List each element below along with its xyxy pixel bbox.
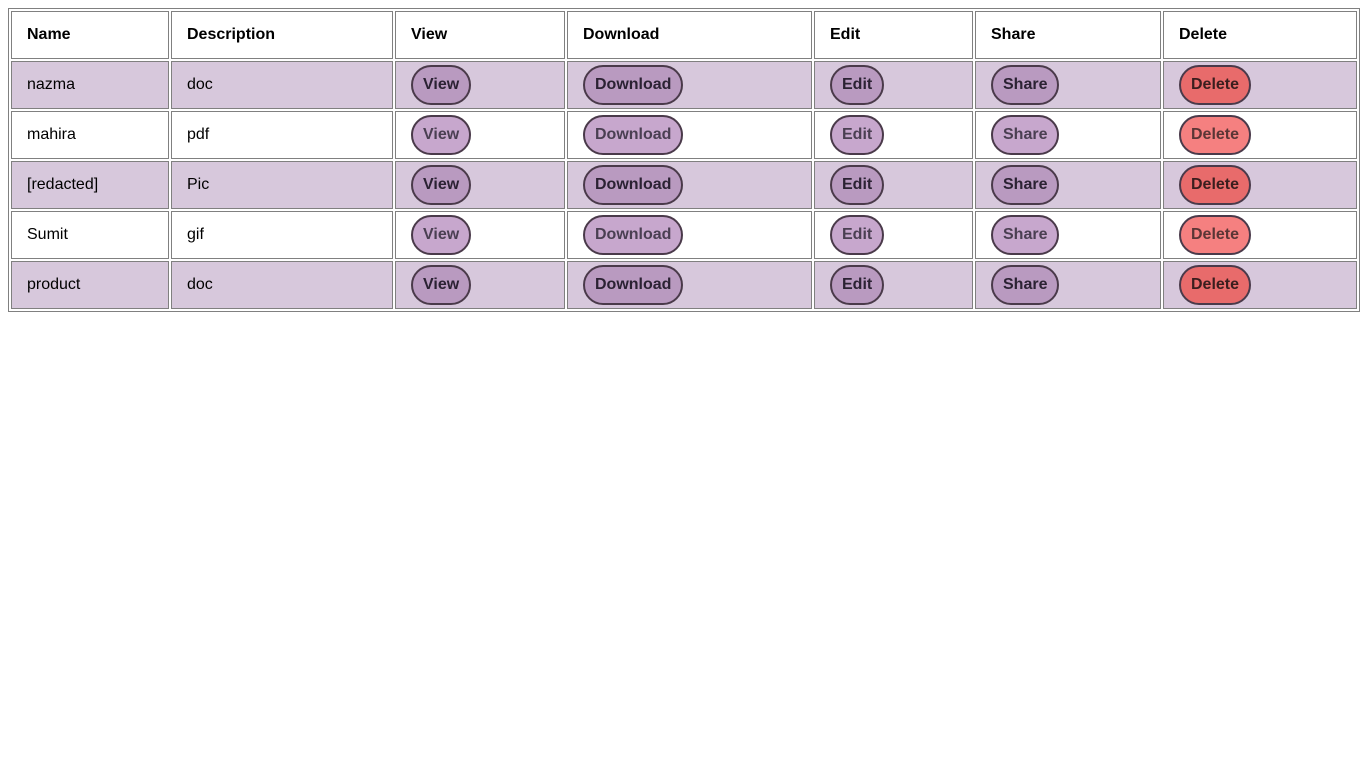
header-name: Name (11, 11, 169, 59)
header-share: Share (975, 11, 1161, 59)
delete-button[interactable]: Delete (1179, 115, 1252, 155)
share-button[interactable]: Share (991, 265, 1060, 305)
cell-view: View (395, 61, 565, 109)
cell-edit: Edit (814, 261, 973, 309)
cell-download: Download (567, 161, 812, 209)
download-button[interactable]: Download (583, 165, 684, 205)
cell-edit: Edit (814, 211, 973, 259)
cell-download: Download (567, 61, 812, 109)
delete-button[interactable]: Delete (1179, 265, 1252, 305)
cell-view: View (395, 211, 565, 259)
files-table: Name Description View Download Edit Shar… (8, 8, 1360, 312)
cell-share: Share (975, 161, 1161, 209)
edit-button[interactable]: Edit (830, 65, 885, 105)
cell-share: Share (975, 261, 1161, 309)
cell-delete: Delete (1163, 61, 1357, 109)
table-header-row: Name Description View Download Edit Shar… (11, 11, 1357, 59)
cell-description: doc (171, 261, 393, 309)
delete-button[interactable]: Delete (1179, 165, 1252, 205)
header-edit: Edit (814, 11, 973, 59)
download-button[interactable]: Download (583, 65, 684, 105)
cell-delete: Delete (1163, 211, 1357, 259)
view-button[interactable]: View (411, 65, 472, 105)
header-view: View (395, 11, 565, 59)
cell-edit: Edit (814, 161, 973, 209)
cell-download: Download (567, 211, 812, 259)
share-button[interactable]: Share (991, 165, 1060, 205)
header-delete: Delete (1163, 11, 1357, 59)
view-button[interactable]: View (411, 115, 472, 155)
cell-name: nazma (11, 61, 169, 109)
delete-button[interactable]: Delete (1179, 215, 1252, 255)
view-button[interactable]: View (411, 265, 472, 305)
share-button[interactable]: Share (991, 115, 1060, 155)
cell-name: product (11, 261, 169, 309)
edit-button[interactable]: Edit (830, 165, 885, 205)
cell-description: doc (171, 61, 393, 109)
cell-view: View (395, 161, 565, 209)
download-button[interactable]: Download (583, 115, 684, 155)
table-row: nazma doc View Download Edit Share Delet… (11, 61, 1357, 109)
view-button[interactable]: View (411, 215, 472, 255)
table-row: Sumit gif View Download Edit Share Delet… (11, 211, 1357, 259)
cell-delete: Delete (1163, 161, 1357, 209)
table-row: mahira pdf View Download Edit Share Dele… (11, 111, 1357, 159)
edit-button[interactable]: Edit (830, 115, 885, 155)
download-button[interactable]: Download (583, 265, 684, 305)
header-description: Description (171, 11, 393, 59)
cell-name: mahira (11, 111, 169, 159)
cell-download: Download (567, 111, 812, 159)
share-button[interactable]: Share (991, 215, 1060, 255)
download-button[interactable]: Download (583, 215, 684, 255)
cell-delete: Delete (1163, 111, 1357, 159)
share-button[interactable]: Share (991, 65, 1060, 105)
cell-description: gif (171, 211, 393, 259)
cell-share: Share (975, 111, 1161, 159)
cell-edit: Edit (814, 111, 973, 159)
cell-delete: Delete (1163, 261, 1357, 309)
cell-edit: Edit (814, 61, 973, 109)
files-table-container: Name Description View Download Edit Shar… (8, 8, 1360, 312)
edit-button[interactable]: Edit (830, 215, 885, 255)
cell-name: [redacted] (11, 161, 169, 209)
table-row: product doc View Download Edit Share Del… (11, 261, 1357, 309)
cell-share: Share (975, 211, 1161, 259)
cell-share: Share (975, 61, 1161, 109)
cell-view: View (395, 261, 565, 309)
delete-button[interactable]: Delete (1179, 65, 1252, 105)
cell-view: View (395, 111, 565, 159)
header-download: Download (567, 11, 812, 59)
cell-download: Download (567, 261, 812, 309)
table-row: [redacted] Pic View Download Edit Share … (11, 161, 1357, 209)
cell-description: Pic (171, 161, 393, 209)
cell-description: pdf (171, 111, 393, 159)
cell-name: Sumit (11, 211, 169, 259)
edit-button[interactable]: Edit (830, 265, 885, 305)
view-button[interactable]: View (411, 165, 472, 205)
